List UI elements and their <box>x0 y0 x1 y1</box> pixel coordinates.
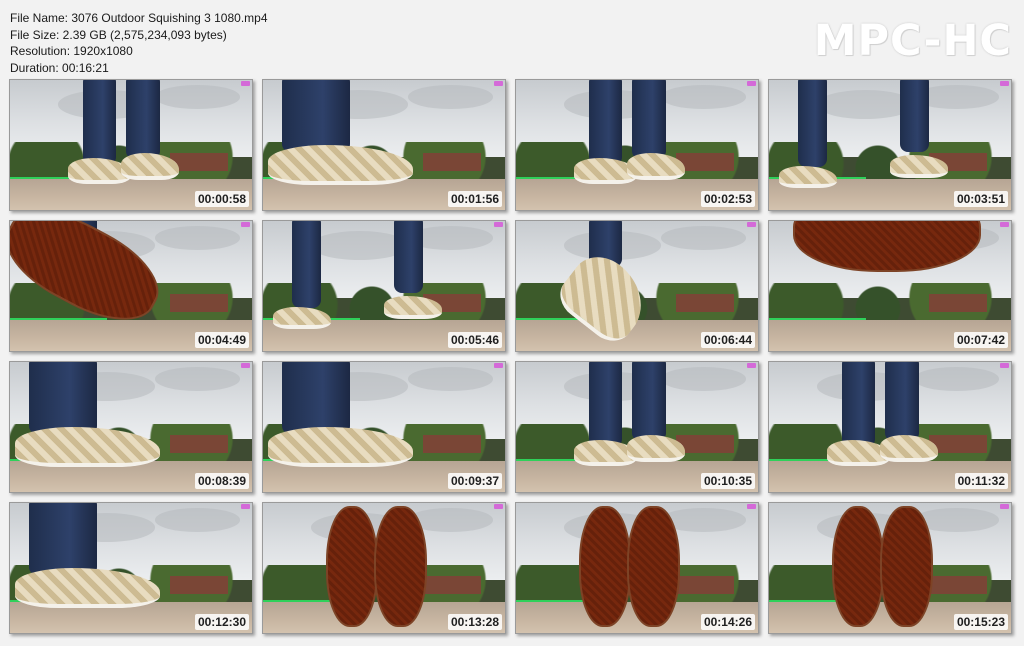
thumbnail-timestamp: 00:12:30 <box>194 614 249 630</box>
video-thumbnail: 00:02:53 <box>515 79 759 211</box>
watermark-icon <box>494 81 503 86</box>
video-thumbnail: 00:11:32 <box>768 361 1012 493</box>
resolution: Resolution: 1920x1080 <box>10 44 133 58</box>
thumbnail-timestamp: 00:09:37 <box>447 473 502 489</box>
video-thumbnail: 00:10:35 <box>515 361 759 493</box>
watermark-icon <box>1000 504 1009 509</box>
watermark-icon <box>241 81 250 86</box>
thumbnail-timestamp: 00:01:56 <box>447 191 502 207</box>
watermark-icon <box>494 504 503 509</box>
video-thumbnail: 00:14:26 <box>515 502 759 634</box>
watermark-icon <box>494 363 503 368</box>
watermark-icon <box>747 504 756 509</box>
file-size: File Size: 2.39 GB (2,575,234,093 bytes) <box>10 27 227 42</box>
watermark-icon <box>747 363 756 368</box>
video-thumbnail: 00:01:56 <box>262 79 506 211</box>
watermark-icon <box>1000 81 1009 86</box>
thumbnail-timestamp: 00:02:53 <box>700 191 755 207</box>
video-thumbnail: 00:09:37 <box>262 361 506 493</box>
file-info: File Name: 3076 Outdoor Squishing 3 1080… <box>10 10 268 76</box>
thumbnail-timestamp: 00:10:35 <box>700 473 755 489</box>
video-thumbnail: 00:04:49 <box>9 220 253 352</box>
thumbnail-timestamp: 00:14:26 <box>700 614 755 630</box>
thumbnail-timestamp: 00:13:28 <box>447 614 502 630</box>
thumbnail-timestamp: 00:05:46 <box>447 332 502 348</box>
watermark-icon <box>241 504 250 509</box>
watermark-icon <box>241 222 250 227</box>
thumbnail-timestamp: 00:08:39 <box>194 473 249 489</box>
video-thumbnail: 00:15:23 <box>768 502 1012 634</box>
thumbnail-timestamp: 00:06:44 <box>700 332 755 348</box>
thumbnail-timestamp: 00:15:23 <box>953 614 1008 630</box>
video-thumbnail: 00:13:28 <box>262 502 506 634</box>
thumbnail-timestamp: 00:00:58 <box>194 191 249 207</box>
video-thumbnail: 00:06:44 <box>515 220 759 352</box>
thumbnail-timestamp: 00:11:32 <box>954 473 1008 489</box>
watermark-icon <box>494 222 503 227</box>
video-thumbnail: 00:08:39 <box>9 361 253 493</box>
watermark-icon <box>1000 363 1009 368</box>
thumbnail-timestamp: 00:03:51 <box>953 191 1008 207</box>
watermark-icon <box>1000 222 1009 227</box>
thumbnail-timestamp: 00:07:42 <box>953 332 1008 348</box>
watermark-icon <box>747 81 756 86</box>
watermark-icon <box>241 363 250 368</box>
file-name: File Name: 3076 Outdoor Squishing 3 1080… <box>10 11 268 25</box>
duration: Duration: 00:16:21 <box>10 60 109 75</box>
video-thumbnail: 00:00:58 <box>9 79 253 211</box>
video-thumbnail: 00:12:30 <box>9 502 253 634</box>
video-thumbnail: 00:05:46 <box>262 220 506 352</box>
watermark-icon <box>747 222 756 227</box>
mpc-hc-logo: MPC-HC <box>813 16 1012 66</box>
video-thumbnail: 00:07:42 <box>768 220 1012 352</box>
thumbnail-timestamp: 00:04:49 <box>194 332 249 348</box>
video-thumbnail: 00:03:51 <box>768 79 1012 211</box>
